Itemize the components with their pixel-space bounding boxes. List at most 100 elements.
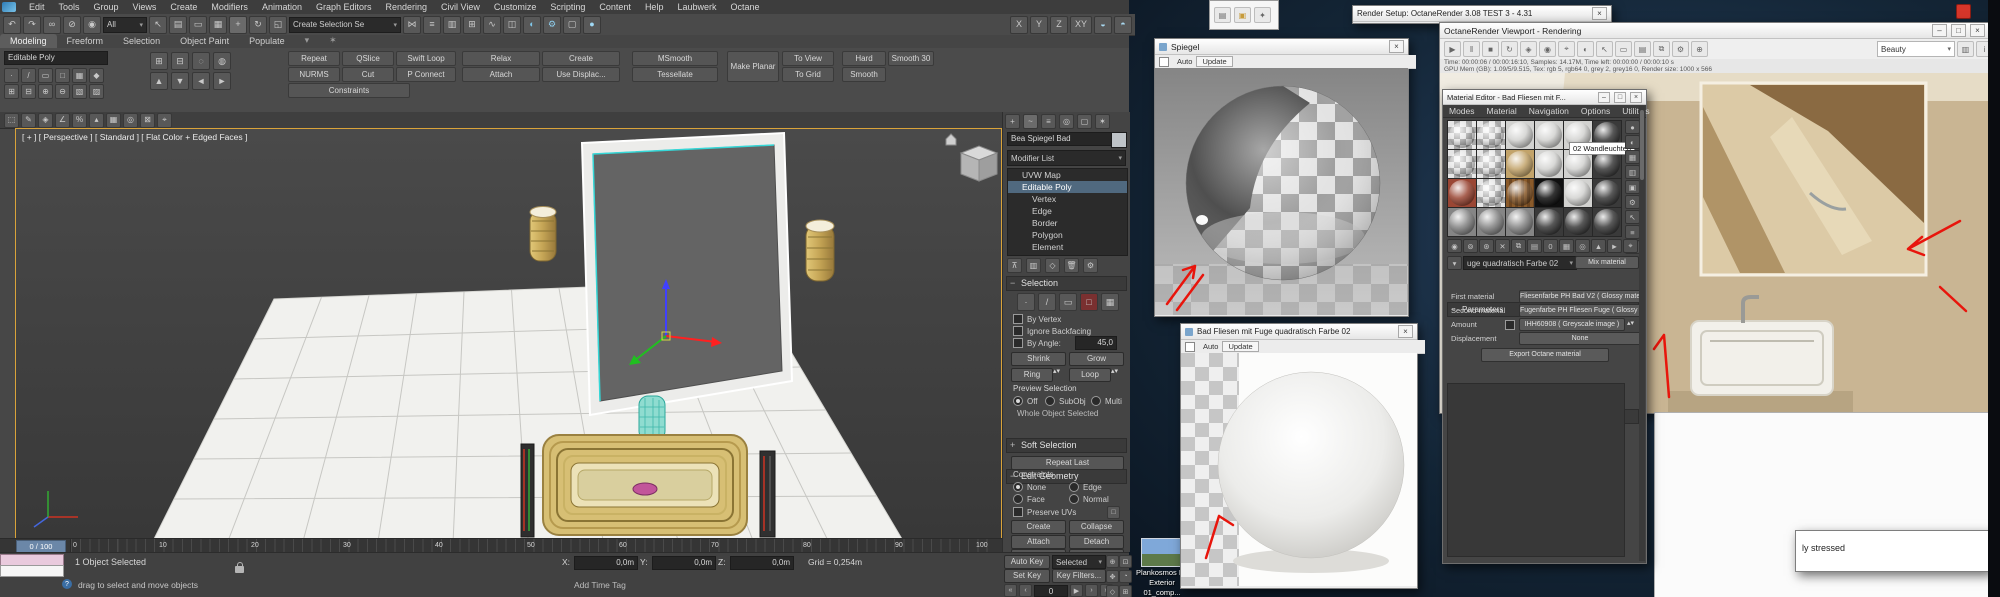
smooth-30-button[interactable]: Smooth 30 [888,51,934,66]
orbit-icon[interactable]: ◔ [1119,570,1132,583]
percent-snap-icon[interactable]: % [72,112,87,128]
me-tiling-icon[interactable]: ▥ [1625,165,1640,179]
bind-spacewarp-icon[interactable]: ◉ [83,15,101,34]
make-unique-icon[interactable]: ◇ [1045,258,1060,273]
me-menu-material[interactable]: Material [1481,105,1523,117]
material-slot[interactable] [1448,121,1476,149]
snap-toggle-icon[interactable]: ◈ [38,112,53,128]
render-setup-close-icon[interactable]: × [1592,7,1607,20]
shrink-button[interactable]: Shrink [1011,352,1066,366]
ignore-backfacing-checkbox[interactable]: Ignore Backfacing [1013,326,1091,336]
axis-xy-button[interactable]: XY [1070,15,1092,34]
octane-minimize-icon[interactable]: – [1932,24,1947,37]
octane-play-icon[interactable]: ▶ [1444,41,1461,57]
use-displace-button[interactable]: Use Displac... [542,67,620,82]
configure-modifier-icon[interactable]: ⚙ [1083,258,1098,273]
by-angle-checkbox[interactable]: By Angle: [1013,338,1061,348]
grow-selection-icon[interactable]: ⊞ [150,52,168,70]
me-go-parent-icon[interactable]: ▲ [1591,239,1606,253]
octane-pick-material-icon[interactable]: ◐ [1577,41,1594,57]
selection-lock-toggle-icon[interactable] [235,562,244,573]
menu-edit[interactable]: Edit [22,1,52,13]
material-name-combo[interactable]: uge quadratisch Farbe 02 ▾ [1463,256,1577,270]
me-go-forward-icon[interactable]: ► [1607,239,1622,253]
me-reset-icon[interactable]: ✕ [1495,239,1510,253]
constraints-dropdown[interactable]: Constraints [288,83,410,98]
me-scrollbar[interactable] [1639,106,1645,561]
octane-restart-icon[interactable]: ↻ [1501,41,1518,57]
by-angle-value[interactable]: 45,0 [1075,336,1117,350]
menu-civil-view[interactable]: Civil View [434,1,487,13]
timeline-ruler[interactable]: 0 10 20 30 40 50 60 70 80 90 100 [70,539,996,553]
amount-spinner[interactable]: ▴▾ [1627,319,1634,327]
octane-pause-icon[interactable]: ‖ [1463,41,1480,57]
sel-border-icon[interactable]: ▭ [1059,293,1077,311]
me-mtl-navigator-icon[interactable]: ≡ [1625,225,1640,239]
menu-scripting[interactable]: Scripting [543,1,592,13]
material-slot[interactable] [1477,121,1505,149]
hard-button[interactable]: Hard [842,51,886,66]
subobj-border-icon[interactable]: ▭ [38,68,53,83]
cut-button[interactable]: Cut [342,67,394,82]
octane-passes-icon[interactable]: ▥ [1957,41,1974,57]
show-end-result-icon[interactable]: ▥ [1026,258,1041,273]
me-assign-icon[interactable]: ⊛ [1479,239,1494,253]
octane-copy-icon[interactable]: ⧉ [1653,41,1670,57]
viewport-label[interactable]: [ + ] [ Perspective ] [ Standard ] [ Fla… [22,132,247,142]
collapse-button[interactable]: Collapse [1069,520,1124,534]
me-background-icon[interactable]: ▦ [1625,150,1640,164]
render-iterative-icon[interactable]: ◓ [1114,15,1132,34]
material-slot[interactable] [1593,179,1621,207]
me-menu-navigation[interactable]: Navigation [1523,105,1575,117]
modify-tab-icon[interactable]: ~ [1023,114,1038,129]
me-material-id-icon[interactable]: 0 [1543,239,1558,253]
constraint-face-radio[interactable]: Face [1013,494,1045,504]
preview-subobj-radio[interactable]: SubObj [1045,396,1086,406]
zoom-extents-icon[interactable]: ⊡ [1119,555,1132,568]
layer-manager-icon[interactable]: ▥ [443,15,461,34]
y-coordinate-field[interactable]: 0,0m [652,556,716,570]
unlink-icon[interactable]: ⊘ [63,15,81,34]
fliesen-titlebar[interactable]: Bad Fliesen mit Fuge quadratisch Farbe 0… [1181,324,1417,340]
stack-item-element[interactable]: Element [1008,241,1127,253]
msmooth-button[interactable]: MSmooth [632,51,718,66]
select-region-icon[interactable]: ⬚ [4,112,19,128]
field-of-view-icon[interactable]: ◇ [1106,585,1119,597]
stack-item-polygon[interactable]: Polygon [1008,229,1127,241]
p-connect-button[interactable]: P Connect [396,67,456,82]
material-type-button[interactable]: Mix material [1575,256,1639,269]
create-tab-icon[interactable]: + [1005,114,1020,129]
grow-button[interactable]: Grow [1069,352,1124,366]
rectangular-selection-icon[interactable]: ▭ [189,15,207,34]
sel-vertex-icon[interactable]: · [1017,293,1035,311]
preserve-uvs-settings-icon[interactable]: □ [1107,506,1120,519]
fliesen-close-icon[interactable]: × [1398,325,1413,338]
remove-modifier-icon[interactable]: 🗑 [1064,258,1079,273]
material-slot[interactable] [1535,208,1563,236]
menu-tools[interactable]: Tools [52,1,87,13]
select-object-icon[interactable]: ↖ [149,15,167,34]
utilities-tab-icon[interactable]: ✶ [1095,114,1110,129]
material-slot[interactable] [1506,179,1534,207]
constraint-normal-radio[interactable]: Normal [1069,494,1109,504]
spiegel-titlebar[interactable]: Spiegel × [1155,39,1408,55]
tessellate-button[interactable]: Tessellate [632,67,718,82]
previous-frame-icon[interactable]: ‹ [1019,584,1032,597]
me-menu-utilities[interactable]: Utilities [1616,105,1655,117]
me-menu-options[interactable]: Options [1575,105,1616,117]
displacement-button[interactable]: None [1519,332,1641,345]
create-button[interactable]: Create [542,51,620,66]
subobj-polygon-icon[interactable]: □ [55,68,70,83]
align-icon[interactable]: ≡ [423,15,441,34]
repeat-last-button[interactable]: Repeat Last [1011,456,1124,470]
menu-customize[interactable]: Customize [487,1,544,13]
me-options-icon[interactable]: ⚙ [1625,195,1640,209]
me-backlight-icon[interactable]: ◐ [1625,135,1640,149]
select-move-icon[interactable]: + [229,15,247,34]
material-slot[interactable] [1506,121,1534,149]
octane-region-icon[interactable]: ▭ [1615,41,1632,57]
menu-content[interactable]: Content [592,1,638,13]
me-make-copy-icon[interactable]: ⧉ [1511,239,1526,253]
preview-off-radio[interactable]: Off [1013,396,1038,406]
amount-map-button[interactable]: IHH60908 ( Greyscale image ) [1519,318,1625,331]
